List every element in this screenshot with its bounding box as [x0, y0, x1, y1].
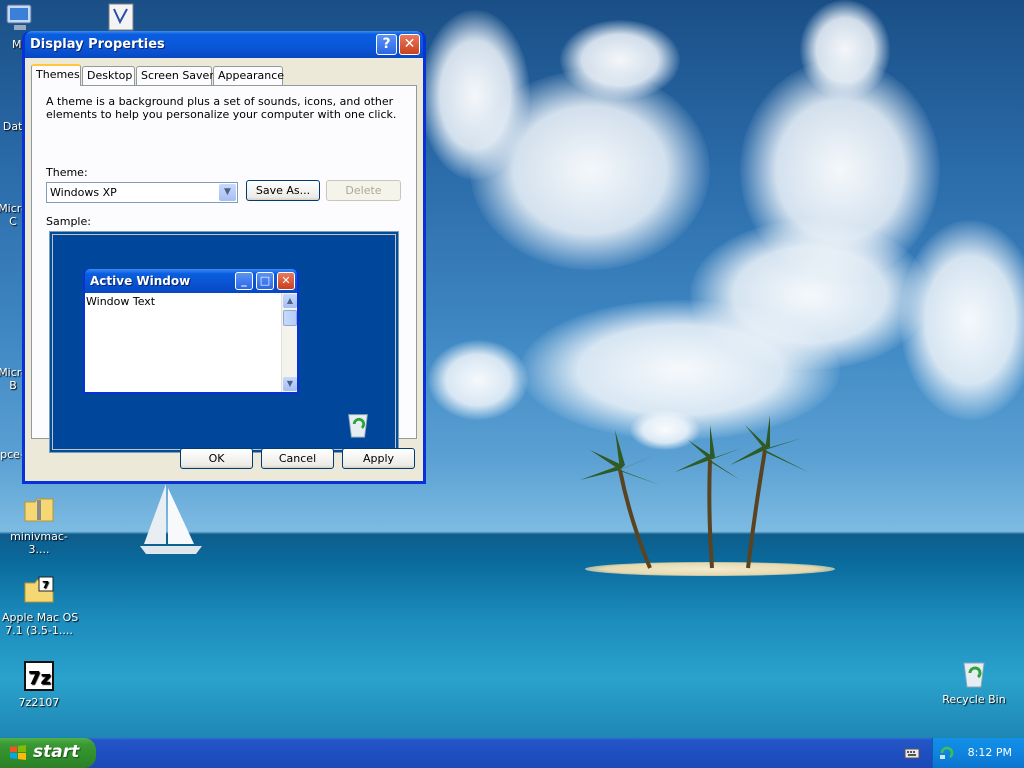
help-button[interactable]: ?: [376, 34, 397, 55]
window-client-area: Themes Desktop Screen Saver Appearance A…: [25, 58, 423, 481]
cancel-button[interactable]: Cancel: [261, 448, 334, 469]
wallpaper-cloud: [900, 220, 1024, 420]
theme-sample-preview: Active Window _ □ ✕ Window Text ▲ ▼: [49, 231, 399, 453]
sample-label: Sample:: [46, 215, 91, 228]
themes-panel: A theme is a background plus a set of so…: [31, 85, 417, 453]
minimize-icon: _: [235, 272, 253, 290]
tab-desktop[interactable]: Desktop: [82, 66, 135, 85]
network-icon[interactable]: [939, 745, 955, 761]
wallpaper-cloud: [800, 0, 890, 100]
desktop-icon-apple-mac-os[interactable]: 7 Apple Mac OS 7.1 (3.5-1....: [2, 575, 79, 637]
delete-button[interactable]: Delete: [326, 180, 401, 201]
desktop-icon-label: 7z2107: [18, 696, 60, 709]
wallpaper-sailboat: [140, 484, 202, 554]
7z-app-icon: 7z: [24, 661, 54, 691]
desktop-icon-label: Apple Mac OS 7.1 (3.5-1....: [2, 611, 79, 637]
wallpaper-cloud: [428, 340, 528, 420]
wallpaper-palm-trees: [580, 415, 808, 569]
sample-desktop: Active Window _ □ ✕ Window Text ▲ ▼: [52, 234, 396, 450]
wallpaper-cloud: [560, 20, 680, 100]
wallpaper-cloud: [470, 70, 710, 270]
tab-appearance[interactable]: Appearance: [213, 66, 285, 85]
tab-label: Desktop: [87, 69, 133, 82]
tab-label: Appearance: [218, 69, 285, 82]
keyboard-icon[interactable]: [904, 746, 920, 760]
theme-select-value: Windows XP: [50, 186, 117, 199]
start-label: start: [33, 742, 80, 762]
close-icon: ✕: [277, 272, 295, 290]
taskbar: start 8:12 PM: [0, 738, 1024, 768]
tab-label: Screen Saver: [141, 69, 214, 82]
sample-window-text: Window Text: [86, 295, 156, 308]
chevron-up-icon: ▲: [283, 294, 297, 308]
sample-window-titlebar: Active Window _ □ ✕: [85, 269, 297, 293]
close-icon: ✕: [403, 36, 416, 52]
theme-label: Theme:: [46, 166, 88, 179]
sample-window-title: Active Window: [90, 274, 191, 288]
ok-button[interactable]: OK: [180, 448, 253, 469]
tab-label: Themes: [36, 68, 80, 81]
close-button[interactable]: ✕: [399, 34, 420, 55]
display-properties-window: Display Properties ? ✕ Themes Desktop Sc…: [22, 31, 426, 484]
theme-select[interactable]: Windows XP ▼: [46, 182, 238, 203]
desktop-icon-7z2107[interactable]: 7z 7z2107: [2, 660, 76, 709]
apply-button[interactable]: Apply: [342, 448, 415, 469]
svg-text:7z: 7z: [28, 668, 51, 689]
windows-logo-icon: [10, 745, 26, 760]
7z-archive-icon: 7: [24, 576, 54, 603]
recycle-bin-icon: [963, 662, 985, 688]
desktop-icon-label: Recycle Bin: [942, 693, 1006, 706]
zip-folder-icon: [24, 498, 54, 522]
help-icon: ?: [382, 36, 391, 52]
scroll-thumb: [283, 310, 297, 326]
desktop-icon-minivmac[interactable]: minivmac-3....: [2, 494, 76, 556]
maximize-icon: □: [256, 272, 274, 290]
desktop-icon-recycle-bin[interactable]: Recycle Bin: [937, 657, 1011, 706]
sample-scrollbar: ▲ ▼: [281, 293, 297, 392]
clock[interactable]: 8:12 PM: [968, 746, 1012, 759]
shortcut-icon: [108, 3, 134, 31]
chevron-down-icon[interactable]: ▼: [219, 184, 236, 201]
window-title: Display Properties: [30, 37, 165, 52]
chevron-down-icon: ▼: [283, 377, 297, 391]
tab-themes[interactable]: Themes: [31, 64, 81, 86]
start-button[interactable]: start: [0, 738, 96, 768]
desktop-icon-label: minivmac-3....: [10, 530, 68, 556]
sample-active-window: Active Window _ □ ✕ Window Text ▲ ▼: [83, 269, 299, 394]
sample-window-body: Window Text ▲ ▼: [85, 293, 297, 392]
recycle-bin-icon: [348, 414, 368, 438]
system-tray: 8:12 PM: [932, 738, 1024, 768]
window-titlebar[interactable]: Display Properties ? ✕: [25, 31, 423, 58]
computer-icon: [6, 4, 32, 30]
save-as-button[interactable]: Save As...: [246, 180, 320, 201]
svg-text:7: 7: [42, 580, 49, 591]
tab-screen-saver[interactable]: Screen Saver: [136, 66, 214, 85]
themes-description: A theme is a background plus a set of so…: [46, 95, 397, 121]
